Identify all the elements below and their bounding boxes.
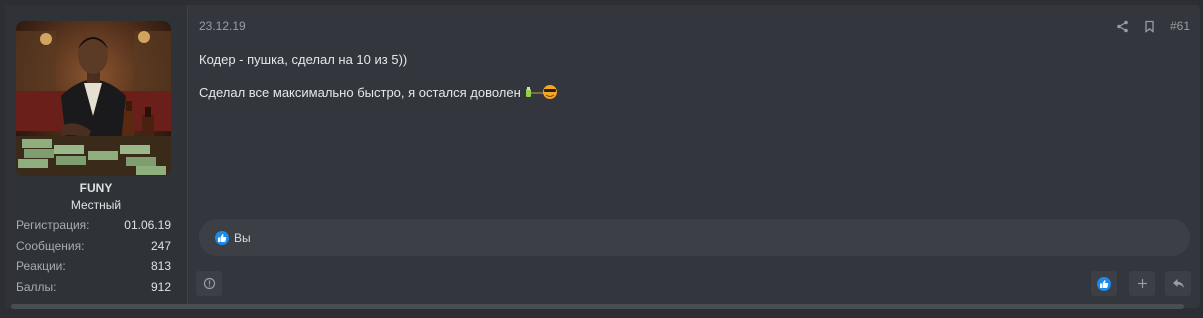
report-icon [203,277,215,290]
stat-label: Баллы: [16,279,57,294]
smiley-icon [523,83,559,104]
stat-row-messages: Сообщения: 247 [16,236,171,257]
like-button[interactable] [1091,271,1117,296]
avatar-image [16,21,171,176]
share-icon[interactable] [1116,20,1129,33]
post-actions: #61 [1116,19,1190,33]
username[interactable]: FUNY [5,181,187,195]
thumbs-up-icon [1097,276,1111,291]
stat-label: Сообщения: [16,238,85,253]
stat-row-registration: Регистрация: 01.06.19 [16,215,171,236]
report-button[interactable] [196,271,222,296]
user-title: Местный [70,198,122,212]
avatar[interactable] [16,21,171,176]
post-message: Кодер - пушка, сделал на 10 из 5)) Сдела… [199,52,559,104]
add-button[interactable] [1129,271,1155,296]
bookmark-icon[interactable] [1143,20,1156,33]
stat-value: 912 [150,279,171,294]
stat-label: Реакции: [16,259,66,274]
message-line: Сделал все максимально быстро, я остался… [199,85,521,100]
user-info-column: FUNY Местный Регистрация: 01.06.19 Сообщ… [5,5,188,308]
stat-value: 813 [150,259,171,274]
post-date[interactable]: 23.12.19 [199,19,246,33]
stat-value[interactable]: 247 [151,239,171,253]
plus-icon [1137,279,1147,288]
horizontal-scrollbar[interactable] [11,304,1184,309]
reactions-bar[interactable]: Вы [199,219,1190,256]
stat-label: Регистрация: [16,218,90,233]
post-number[interactable]: #61 [1170,19,1190,33]
stat-row-points: Баллы: 912 [16,277,171,298]
thumbs-up-icon [215,230,229,245]
reply-button[interactable] [1165,271,1191,296]
stat-value: 01.06.19 [124,218,171,233]
post-container: FUNY Местный Регистрация: 01.06.19 Сообщ… [5,5,1200,308]
stat-row-reactions: Реакции: 813 [16,256,171,277]
message-line: Кодер - пушка, сделал на 10 из 5)) [199,52,408,67]
reply-icon [1172,279,1184,288]
message-line-with-smiley: Сделал все максимально быстро, я остался… [199,83,559,104]
user-stats: Регистрация: 01.06.19 Сообщения: 247 Реа… [16,215,171,297]
reaction-users[interactable]: Вы [234,231,251,245]
